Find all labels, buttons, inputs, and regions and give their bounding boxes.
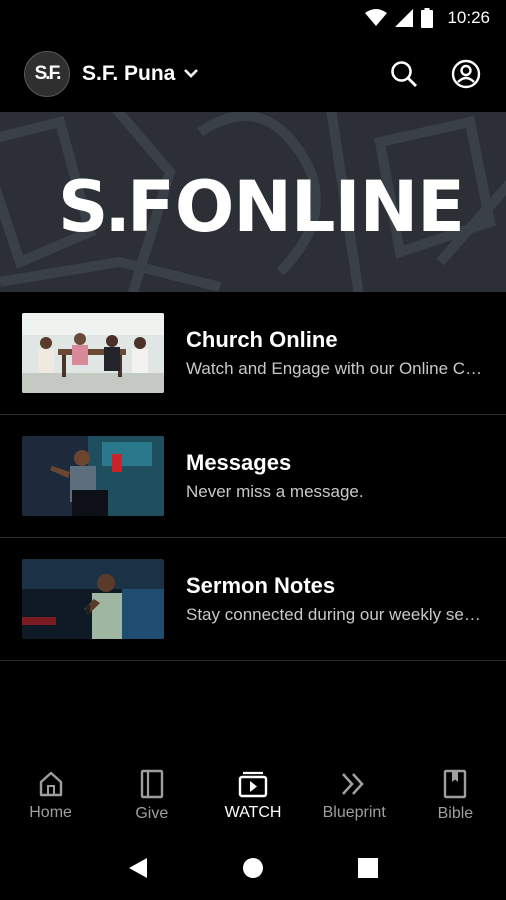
system-nav-bar: [0, 836, 506, 900]
sf-logo-text: S.F: [58, 166, 175, 248]
list-item-title: Messages: [186, 450, 292, 475]
give-icon: [140, 769, 163, 799]
tab-label: WATCH: [224, 804, 282, 821]
church-online-thumbnail: [22, 313, 164, 393]
account-icon[interactable]: [448, 56, 484, 92]
tab-watch[interactable]: WATCH: [202, 756, 303, 836]
chevron-down-icon[interactable]: [183, 68, 199, 80]
bottom-tab-bar: Home Give WATCH Blueprint Bible: [0, 756, 506, 836]
cellular-signal-icon: [395, 9, 414, 27]
online-word: ONLINE: [174, 166, 465, 248]
list-item-title: Sermon Notes: [186, 573, 336, 598]
list-item-title: Church Online: [186, 327, 338, 352]
campus-avatar[interactable]: S.F.: [24, 51, 70, 97]
tab-label: Blueprint: [322, 804, 386, 821]
status-time: 10:26: [447, 8, 490, 27]
list-item-text: Messages Never miss a message.: [186, 450, 486, 502]
list-item-messages[interactable]: Messages Never miss a message.: [0, 415, 506, 538]
messages-thumbnail: [22, 436, 164, 516]
tab-blueprint[interactable]: Blueprint: [304, 756, 405, 836]
banner-title: S.F ONLINE: [58, 162, 465, 252]
watch-icon: [238, 771, 268, 798]
back-icon[interactable]: [118, 848, 158, 888]
tab-bible[interactable]: Bible: [405, 756, 506, 836]
tab-give[interactable]: Give: [101, 756, 202, 836]
recents-square-icon[interactable]: [348, 848, 388, 888]
list-item-subtitle: Stay connected during our weekly service…: [186, 605, 486, 624]
list-item-subtitle: Watch and Engage with our Online Church: [186, 359, 486, 378]
search-icon[interactable]: [386, 56, 422, 92]
tab-label: Home: [29, 804, 72, 821]
list-item-text: Church Online Watch and Engage with our …: [186, 327, 486, 379]
home-circle-icon[interactable]: [233, 848, 273, 888]
app-header: S.F. S.F. Puna: [0, 36, 506, 112]
battery-icon: [421, 8, 434, 28]
list-item-church-online[interactable]: Church Online Watch and Engage with our …: [0, 292, 506, 415]
tab-home[interactable]: Home: [0, 756, 101, 836]
tab-label: Give: [135, 805, 169, 822]
wifi-icon: [365, 9, 388, 26]
list-item-text: Sermon Notes Stay connected during our w…: [186, 573, 486, 625]
status-bar: 10:26: [0, 0, 506, 36]
campus-selector-label[interactable]: S.F. Puna: [82, 62, 175, 86]
list-item-sermon-notes[interactable]: Sermon Notes Stay connected during our w…: [0, 538, 506, 661]
list-item-subtitle: Never miss a message.: [186, 482, 364, 501]
sf-online-banner: S.F ONLINE: [0, 112, 506, 292]
bible-icon: [444, 769, 467, 799]
home-icon: [39, 771, 62, 797]
avatar-text: S.F.: [34, 63, 62, 84]
blueprint-icon: [342, 773, 364, 795]
watch-list: Church Online Watch and Engage with our …: [0, 292, 506, 661]
sermon-notes-thumbnail: [22, 559, 164, 639]
tab-label: Bible: [437, 805, 474, 822]
